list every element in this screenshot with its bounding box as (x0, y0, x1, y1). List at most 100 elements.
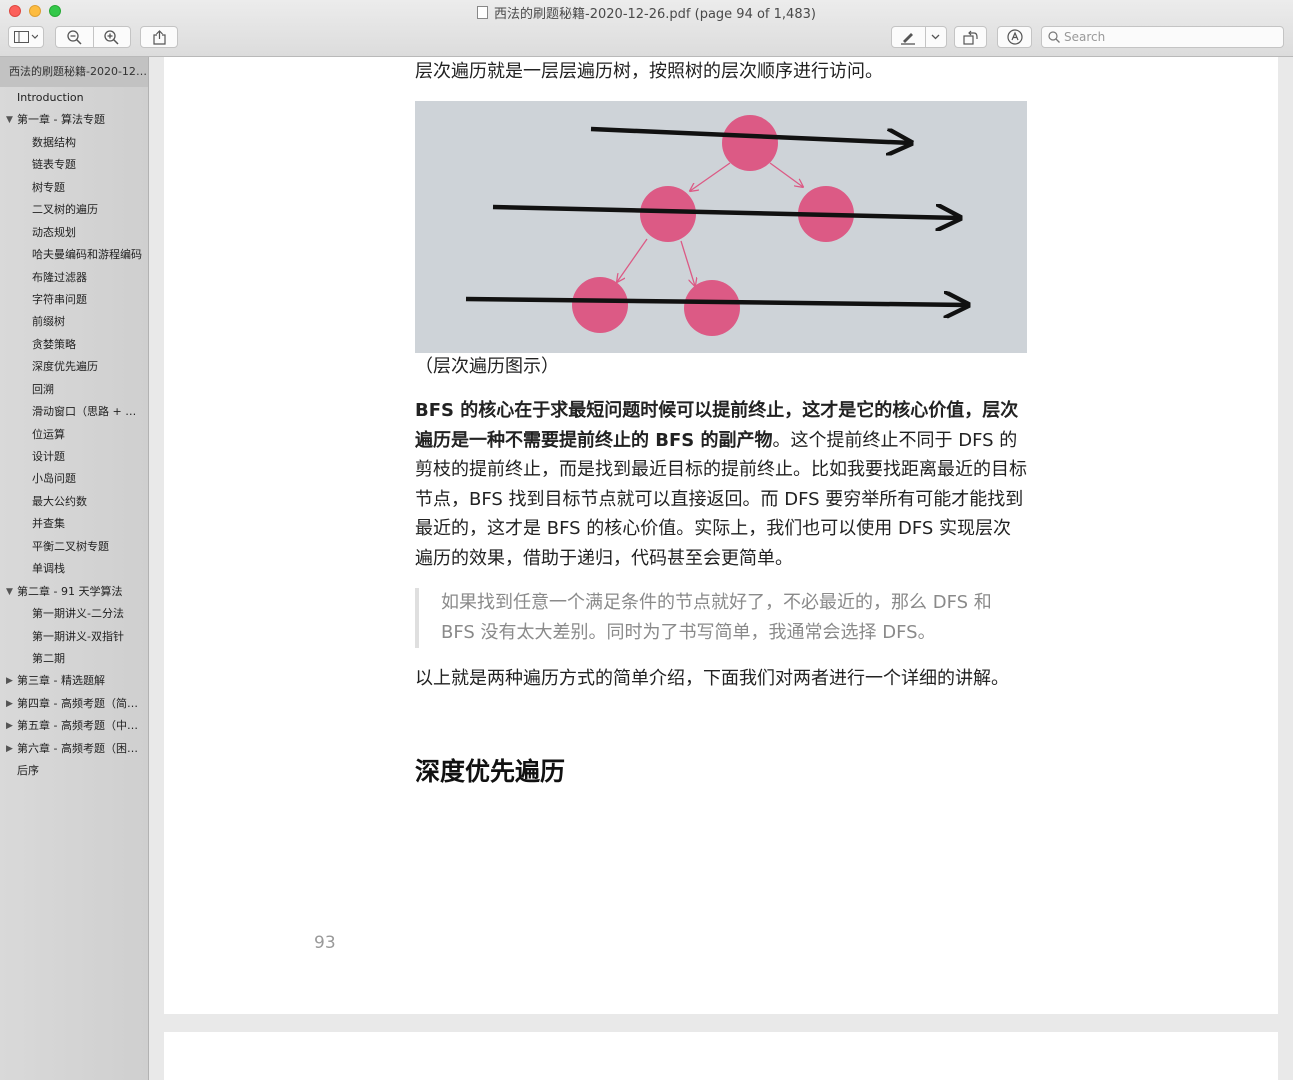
rotate-button[interactable] (954, 26, 987, 48)
toc-item-label: 第二期 (32, 651, 65, 665)
toc-item-label: 单调栈 (32, 562, 65, 576)
toc-item[interactable]: 第二期 (0, 648, 148, 670)
document-icon (477, 6, 489, 19)
toc-list: Introduction ▼ 第一章 - 算法专题 数据结构 链表专题 树专题 二叉树的遍历… (0, 87, 148, 783)
toc-item-label: 后序 (17, 764, 39, 778)
toc-document-title[interactable]: 西法的刷题秘籍-2020-12-26 (0, 57, 148, 87)
tree-edge (680, 240, 695, 286)
toc-item[interactable]: Introduction (0, 87, 148, 109)
document-view[interactable]: 层次遍历就是一层层遍历树，按照树的层次顺序进行访问。 （层次遍历图示） BFS … (149, 57, 1293, 1080)
markup-pen-button[interactable] (892, 30, 925, 45)
toc-item[interactable]: 后序 (0, 760, 148, 782)
toc-item-label: 位运算 (32, 427, 65, 441)
zoom-out-button[interactable] (56, 29, 93, 45)
page-number: 93 (314, 933, 336, 953)
toc-item[interactable]: 动态规划 (0, 222, 148, 244)
toc-item[interactable]: 最大公约数 (0, 491, 148, 513)
tree-edge (690, 162, 731, 191)
toc-item-label: 第二章 - 91 天学算法 (17, 584, 123, 598)
search-input[interactable] (1064, 30, 1264, 44)
toc-item[interactable]: 第一期讲义-双指针 (0, 626, 148, 648)
toc-item[interactable]: 小岛问题 (0, 468, 148, 490)
zoom-in-icon (104, 29, 119, 45)
toc-item-label: 链表专题 (32, 158, 76, 172)
level-arrow (465, 299, 968, 305)
toc-item[interactable]: 位运算 (0, 424, 148, 446)
toc-item-label: 深度优先遍历 (32, 360, 98, 374)
toc-item-label: 第一章 - 算法专题 (17, 113, 105, 127)
toc-item-label: 树专题 (32, 180, 65, 194)
toc-item[interactable]: 布隆过滤器 (0, 267, 148, 289)
chevron-down-icon (931, 34, 940, 40)
summary-paragraph: 以上就是两种遍历方式的简单介绍，下面我们对两者进行一个详细的讲解。 (415, 668, 1009, 689)
disclosure-expanded-icon[interactable]: ▼ (6, 109, 13, 131)
toc-item[interactable]: 字符串问题 (0, 289, 148, 311)
toc-item[interactable]: ▼ 第一章 - 算法专题 (0, 109, 148, 131)
tree-node (640, 186, 696, 242)
toc-item[interactable]: ▶ 第六章 - 高频考题（困难） (0, 738, 148, 760)
toc-item[interactable]: ▶ 第三章 - 精选题解 (0, 670, 148, 692)
tree-node (572, 277, 628, 333)
tree-edge (617, 238, 648, 282)
tree-edge (769, 162, 803, 187)
zoom-out-icon (67, 29, 82, 45)
toc-item[interactable]: 树专题 (0, 177, 148, 199)
toc-item-label: 动态规划 (32, 225, 76, 239)
toc-item[interactable]: 回溯 (0, 379, 148, 401)
blockquote: 如果找到任意一个满足条件的节点就好了，不必最近的，那么 DFS 和 BFS 没有… (415, 588, 1015, 648)
zoom-controls (55, 26, 131, 48)
toc-item-label: 第一期讲义-双指针 (32, 629, 124, 643)
toc-item-label: 二叉树的遍历 (32, 203, 98, 217)
toc-item[interactable]: 前缀树 (0, 311, 148, 333)
toc-item-label: 小岛问题 (32, 472, 76, 486)
toc-item[interactable]: 二叉树的遍历 (0, 199, 148, 221)
toc-item[interactable]: 滑动窗口（思路 + 模板） (0, 401, 148, 423)
pdf-page: 层次遍历就是一层层遍历树，按照树的层次顺序进行访问。 （层次遍历图示） BFS … (164, 57, 1278, 1014)
intro-paragraph: 层次遍历就是一层层遍历树，按照树的层次顺序进行访问。 (415, 61, 883, 82)
toc-item-label: 设计题 (32, 450, 65, 463)
toc-item[interactable]: 贪婪策略 (0, 334, 148, 356)
toc-item[interactable]: 链表专题 (0, 154, 148, 176)
disclosure-expanded-icon[interactable]: ▼ (6, 581, 13, 603)
markup-icon (1006, 29, 1023, 45)
toc-item[interactable]: ▶ 第五章 - 高频考题（中等） (0, 715, 148, 737)
search-icon (1048, 31, 1060, 43)
toc-item[interactable]: 并查集 (0, 513, 148, 535)
disclosure-collapsed-icon[interactable]: ▶ (6, 670, 13, 692)
blockquote-text: 如果找到任意一个满足条件的节点就好了，不必最近的，那么 DFS 和 BFS 没有… (441, 592, 992, 643)
toc-item[interactable]: 哈夫曼编码和游程编码 (0, 244, 148, 266)
disclosure-collapsed-icon[interactable]: ▶ (6, 738, 13, 760)
toc-item[interactable]: 深度优先遍历 (0, 356, 148, 378)
toc-item[interactable]: 数据结构 (0, 132, 148, 154)
toc-item[interactable]: 设计题 (0, 446, 148, 468)
toc-item-label: 平衡二叉树专题 (32, 539, 109, 553)
toc-item[interactable]: ▼ 第二章 - 91 天学算法 (0, 581, 148, 603)
pen-options-button[interactable] (926, 34, 946, 40)
disclosure-collapsed-icon[interactable]: ▶ (6, 693, 13, 715)
toc-item-label: 布隆过滤器 (32, 270, 87, 284)
pen-icon (901, 32, 916, 45)
toc-item-label: 数据结构 (32, 135, 76, 149)
figure-caption: （层次遍历图示） (415, 356, 559, 377)
search-field[interactable] (1041, 26, 1284, 48)
toc-item[interactable]: 第一期讲义-二分法 (0, 603, 148, 625)
share-button[interactable] (140, 26, 178, 48)
section-heading: 深度优先遍历 (415, 757, 566, 786)
disclosure-collapsed-icon[interactable]: ▶ (6, 715, 13, 737)
sidebar-view-button[interactable] (8, 26, 44, 48)
toc-item[interactable]: 单调栈 (0, 558, 148, 580)
toc-item-label: 第一期讲义-二分法 (32, 607, 124, 621)
toc-item-label: 最大公约数 (32, 494, 87, 508)
toc-item[interactable]: 平衡二叉树专题 (0, 536, 148, 558)
toc-item-label: 哈夫曼编码和游程编码 (32, 248, 142, 262)
toc-sidebar: 西法的刷题秘籍-2020-12-26 Introduction ▼ 第一章 - 算法… (0, 57, 149, 1080)
toc-item-label: 滑动窗口（思路 + 模板） (32, 405, 148, 419)
toc-item-label: 字符串问题 (32, 292, 87, 306)
window-title-text: 西法的刷题秘籍-2020-12-26.pdf (page 94 of 1,483… (494, 7, 816, 22)
toc-item-label: 并查集 (32, 517, 65, 531)
toc-item[interactable]: ▶ 第四章 - 高频考题（简单） (0, 693, 148, 715)
zoom-in-button[interactable] (93, 29, 130, 45)
toc-item-label: 第四章 - 高频考题（简单） (17, 696, 148, 710)
markup-toolbar-button[interactable] (997, 26, 1032, 48)
toc-item-label: 第三章 - 精选题解 (17, 674, 105, 688)
